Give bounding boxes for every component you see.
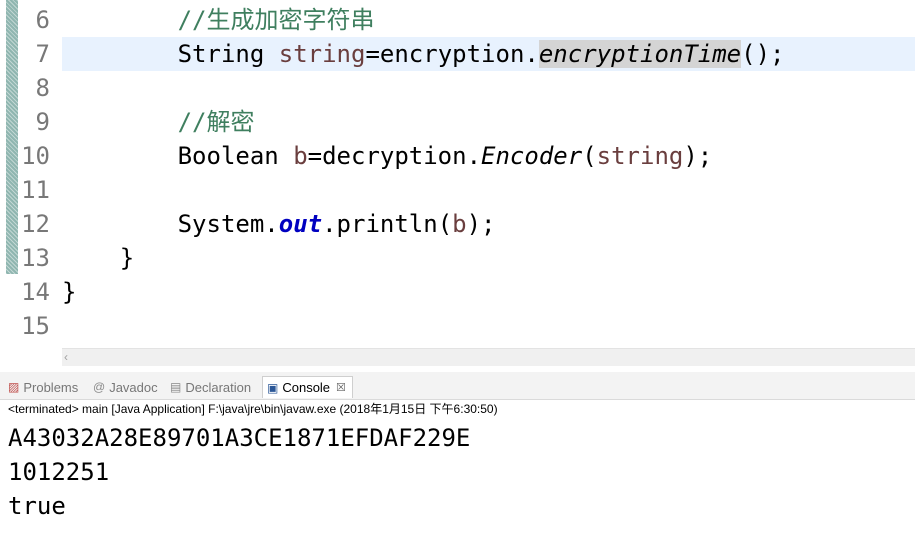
type-name: String <box>177 40 279 68</box>
line-number: 7 <box>35 40 50 68</box>
code-line-14: } <box>62 278 77 306</box>
javadoc-icon: @ <box>93 380 106 394</box>
line-number: 8 <box>35 74 50 102</box>
close-icon[interactable]: ☒ <box>336 381 346 394</box>
code-line-6: //生成加密字符串 <box>62 3 375 37</box>
local-variable: b <box>293 142 308 170</box>
method-call-highlighted: encryptionTime <box>538 40 742 68</box>
line-number: 11 <box>21 176 50 204</box>
comment: //生成加密字符串 <box>177 6 375 34</box>
views-panel: ▨ Problems @ Javadoc ▤ Declaration ▣ Console… <box>0 372 915 534</box>
line-number: 9 <box>35 108 50 136</box>
line-number: 15 <box>21 312 50 340</box>
line-number: 13 <box>21 244 50 272</box>
line-number: 12 <box>21 210 50 238</box>
line-number: 6 <box>35 6 50 34</box>
horizontal-scrollbar[interactable]: ‹ <box>62 348 915 366</box>
tab-console[interactable]: ▣ Console ☒ <box>262 376 353 398</box>
code-line-10: Boolean b=decryption.Encoder(string); <box>177 142 713 170</box>
console-output-line: A43032A28E89701A3CE1871EFDAF229E <box>8 424 471 452</box>
console-status: <terminated> main [Java Application] F:\… <box>8 402 498 416</box>
console-icon: ▣ <box>267 380 279 395</box>
comment: //解密 <box>177 108 255 136</box>
line-number: 14 <box>21 278 50 306</box>
tab-declaration[interactable]: ▤ Declaration <box>170 376 251 398</box>
declaration-icon: ▤ <box>170 380 182 394</box>
console-output-line: 1012251 <box>8 458 110 486</box>
code-line-13: } <box>62 244 135 272</box>
local-variable: string <box>596 142 684 170</box>
code-editor[interactable]: 6 7 8 9 10 11 12 13 14 15 //生成加密字符串 Stri… <box>0 0 915 348</box>
console-output-line: true <box>8 492 66 520</box>
view-tab-bar: ▨ Problems @ Javadoc ▤ Declaration ▣ Console… <box>0 372 915 400</box>
scroll-left-icon[interactable]: ‹ <box>64 349 68 365</box>
local-variable: b <box>452 210 467 238</box>
tab-javadoc[interactable]: @ Javadoc <box>93 376 158 398</box>
static-field: out <box>278 210 323 238</box>
line-number: 10 <box>21 142 50 170</box>
method-call: Encoder <box>481 142 583 170</box>
problems-icon: ▨ <box>8 380 20 394</box>
code-line-9: //解密 <box>62 105 255 139</box>
code-line-7: String string=encryption.encryptionTime(… <box>177 40 785 68</box>
code-line-12: System.out.println(b); <box>177 210 496 238</box>
type-name: Boolean <box>177 142 294 170</box>
local-variable: string <box>278 40 366 68</box>
quick-diff-change-bar <box>6 0 18 274</box>
tab-problems[interactable]: ▨ Problems <box>8 376 78 398</box>
